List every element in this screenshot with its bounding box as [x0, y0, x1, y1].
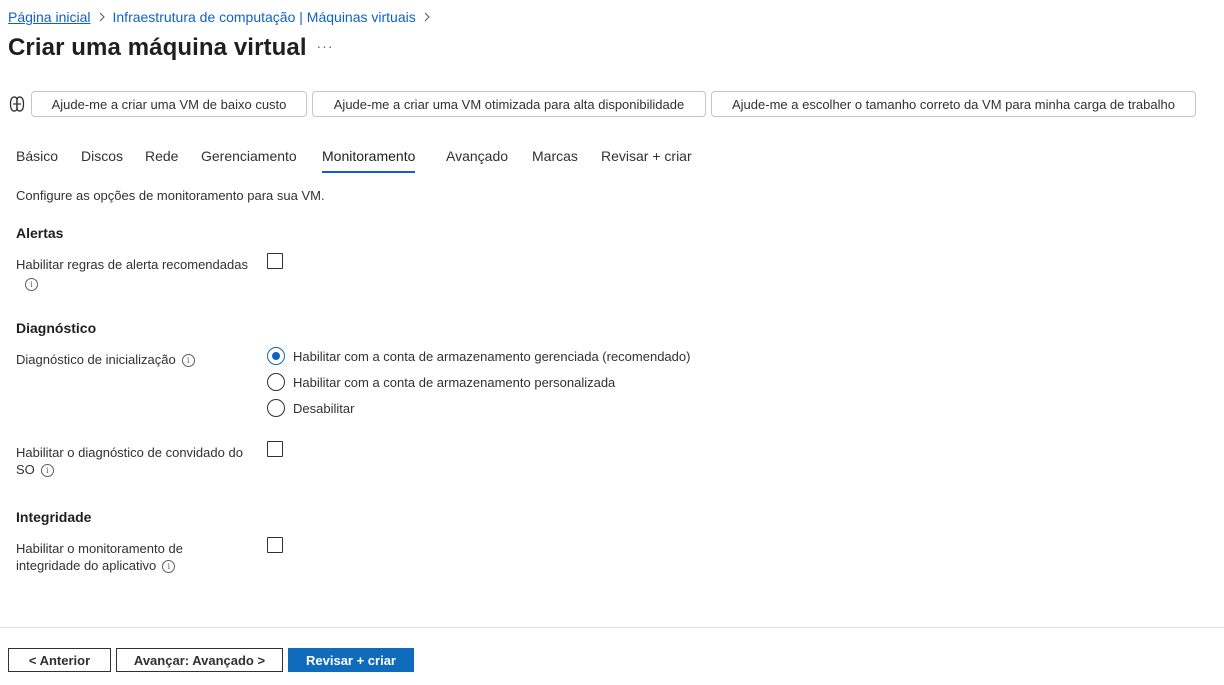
- boot-diagnostics-option-custom[interactable]: Habilitar com a conta de armazenamento p…: [267, 372, 615, 392]
- section-heading-alerts: Alertas: [16, 225, 64, 241]
- radio-selected-icon[interactable]: [267, 347, 285, 365]
- tab-revisar-criar[interactable]: Revisar + criar: [601, 148, 692, 174]
- alert-rules-label-text: Habilitar regras de alerta recomendadas: [16, 257, 248, 272]
- boot-diagnostics-label-text: Diagnóstico de inicialização: [16, 352, 176, 367]
- tab-gerenciamento[interactable]: Gerenciamento: [201, 148, 297, 174]
- more-options-button[interactable]: ···: [316, 38, 334, 60]
- next-advanced-button[interactable]: Avançar: Avançado >: [116, 648, 283, 672]
- tab-monitoramento[interactable]: Monitoramento: [322, 148, 416, 174]
- copilot-icon: [8, 95, 26, 113]
- radio-unselected-icon[interactable]: [267, 399, 285, 417]
- tab-discos[interactable]: Discos: [81, 148, 123, 174]
- review-create-button[interactable]: Revisar + criar: [288, 648, 414, 672]
- breadcrumb: Página inicial Infraestrutura de computa…: [8, 8, 438, 26]
- radio-unselected-icon[interactable]: [267, 373, 285, 391]
- suggestion-high-availability-vm-button[interactable]: Ajude-me a criar uma VM otimizada para a…: [312, 91, 706, 117]
- tab-rede[interactable]: Rede: [145, 148, 178, 174]
- app-health-label-text: Habilitar o monitoramento de integridade…: [16, 541, 183, 573]
- section-heading-diagnostics: Diagnóstico: [16, 320, 97, 336]
- info-icon[interactable]: i: [25, 277, 38, 291]
- radio-label: Desabilitar: [293, 400, 355, 416]
- radio-label: Habilitar com a conta de armazenamento g…: [293, 348, 691, 364]
- breadcrumb-home-link[interactable]: Página inicial: [8, 9, 91, 25]
- page-description: Configure as opções de monitoramento par…: [16, 188, 325, 203]
- info-icon[interactable]: i: [40, 464, 54, 478]
- chevron-right-icon: [91, 12, 113, 22]
- alert-rules-label: Habilitar regras de alerta recomendadas …: [16, 256, 256, 291]
- radio-label: Habilitar com a conta de armazenamento p…: [293, 374, 616, 390]
- alert-rules-checkbox[interactable]: [267, 253, 283, 269]
- suggestion-low-cost-vm-button[interactable]: Ajude-me a criar uma VM de baixo custo: [31, 91, 307, 117]
- app-health-checkbox[interactable]: [267, 537, 283, 553]
- boot-diagnostics-option-managed[interactable]: Habilitar com a conta de armazenamento g…: [267, 346, 690, 366]
- section-heading-health: Integridade: [16, 509, 92, 525]
- boot-diagnostics-option-disable[interactable]: Desabilitar: [267, 398, 354, 418]
- previous-button[interactable]: < Anterior: [8, 648, 111, 672]
- footer-divider: [0, 627, 1224, 628]
- page-title: Criar uma máquina virtual: [8, 34, 307, 61]
- guest-diagnostics-checkbox[interactable]: [267, 441, 283, 457]
- info-icon[interactable]: i: [162, 560, 176, 574]
- info-icon[interactable]: i: [181, 354, 195, 368]
- boot-diagnostics-label: Diagnóstico de inicialização i: [16, 351, 256, 368]
- tab-marcas[interactable]: Marcas: [532, 148, 578, 174]
- breadcrumb-vms-link[interactable]: Infraestrutura de computação | Máquinas …: [113, 9, 416, 25]
- suggestion-vm-size-button[interactable]: Ajude-me a escolher o tamanho correto da…: [711, 91, 1196, 117]
- tab-avancado[interactable]: Avançado: [446, 148, 508, 174]
- guest-diagnostics-label: Habilitar o diagnóstico de convidado do …: [16, 444, 252, 478]
- tab-basico[interactable]: Básico: [16, 148, 58, 174]
- chevron-right-icon: [416, 12, 438, 22]
- app-health-label: Habilitar o monitoramento de integridade…: [16, 540, 216, 574]
